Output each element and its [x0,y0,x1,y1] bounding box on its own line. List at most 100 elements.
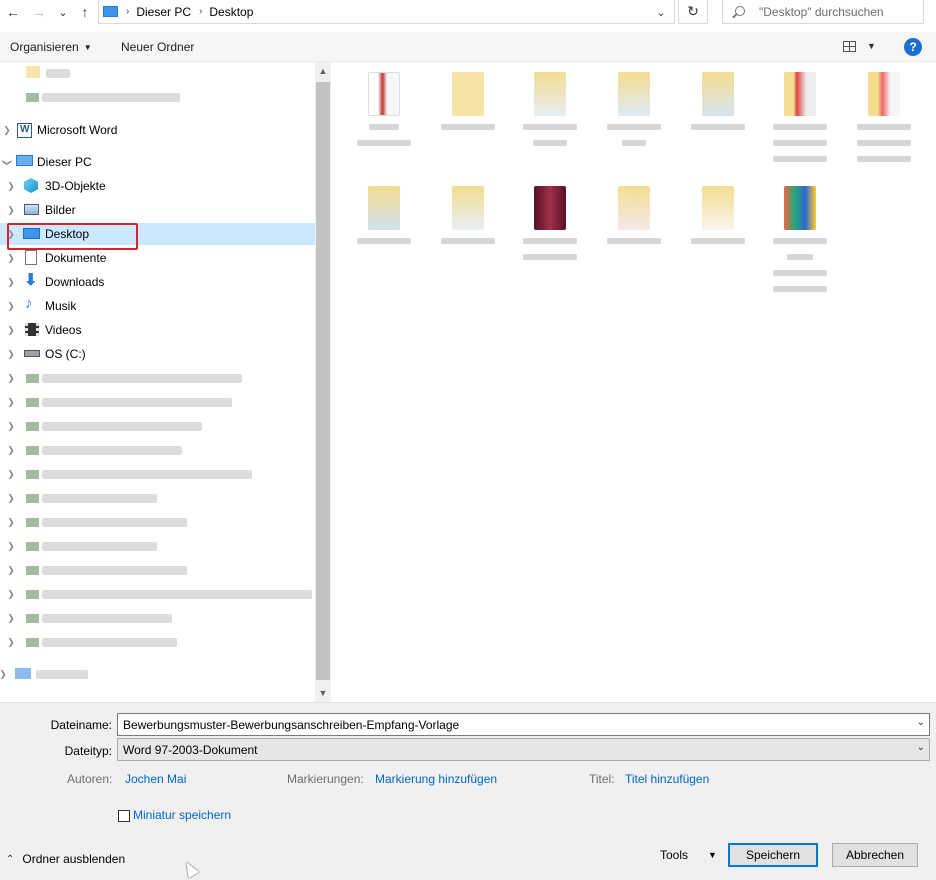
chevron-right-icon[interactable]: ❯ [6,565,16,576]
chevron-right-icon[interactable]: ❯ [6,253,16,264]
file-item[interactable] [765,62,835,182]
tree-item-music[interactable]: ❯ ♪ Musik [0,295,315,317]
redacted-label [42,470,252,479]
redacted-label [42,374,242,383]
chevron-right-icon[interactable]: ❯ [6,637,16,648]
tree-item-redacted[interactable]: ❯ [0,391,315,413]
tree-item-redacted[interactable] [0,62,315,84]
chevron-right-icon[interactable]: ❯ [6,181,16,192]
chevron-right-icon[interactable]: ❯ [6,493,16,504]
tree-item-documents[interactable]: ❯ Dokumente [0,247,315,269]
file-item[interactable] [433,176,503,296]
tree-item-microsoft-word[interactable]: ❯ W Microsoft Word [0,119,315,141]
tree-item-downloads[interactable]: ❯ ⬇ Downloads [0,271,315,293]
new-folder-button[interactable]: Neuer Ordner [121,40,194,54]
chevron-right-icon[interactable]: ❯ [6,421,16,432]
scroll-up-icon[interactable]: ▲ [315,62,331,80]
tree-item-pictures[interactable]: ❯ Bilder [0,199,315,221]
filename-input[interactable]: Bewerbungsmuster-Bewerbungsanschreiben-E… [117,713,930,736]
chevron-right-icon[interactable]: ❯ [6,373,16,384]
search-input[interactable]: "Desktop" durchsuchen [722,0,924,24]
chevron-right-icon[interactable]: ❯ [6,397,16,408]
authors-value[interactable]: Jochen Mai [125,772,186,786]
tree-item-redacted[interactable]: ❯ [0,487,315,509]
address-history-dropdown[interactable]: ⌄ [648,0,674,24]
file-item[interactable] [515,176,585,296]
tree-item-redacted[interactable]: ❯ [0,439,315,461]
file-item[interactable] [599,62,669,182]
refresh-button[interactable]: ↻ [678,0,708,24]
chevron-right-icon[interactable]: ❯ [6,517,16,528]
tree-item-redacted[interactable] [0,86,315,108]
tree-item-redacted[interactable]: ❯ [0,511,315,533]
chevron-right-icon[interactable]: ❯ [6,205,16,216]
tree-item-redacted[interactable]: ❯ [0,559,315,581]
tree-item-redacted[interactable]: ❯ [0,535,315,557]
chevron-right-icon[interactable]: ❯ [6,301,16,312]
scroll-down-icon[interactable]: ▼ [315,684,331,702]
chevron-right-icon[interactable]: ❯ [0,669,8,680]
chevron-right-icon[interactable]: ❯ [6,589,16,600]
tree-item-3d-objects[interactable]: ❯ 3D-Objekte [0,175,315,197]
scrollbar-thumb[interactable] [316,82,330,680]
tree-item-os-drive[interactable]: ❯ OS (C:) [0,343,315,365]
back-button[interactable]: ← [2,0,24,24]
chevron-right-icon[interactable]: ❯ [6,277,16,288]
file-item[interactable] [349,176,419,296]
chevron-right-icon[interactable]: ❯ [6,445,16,456]
forward-arrow-icon: → [32,4,46,20]
chevron-down-icon[interactable]: ❯ [2,157,13,167]
chevron-down-icon[interactable]: ⌄ [917,717,925,728]
tree-item-redacted[interactable]: ❯ [0,367,315,389]
forward-button[interactable]: → [28,0,50,24]
view-options-icon[interactable] [843,41,856,52]
organize-menu-button[interactable]: Organisieren ▼ [10,40,92,54]
file-item[interactable] [433,62,503,182]
caret-down-icon[interactable]: ▼ [867,41,876,51]
chevron-right-icon[interactable]: ❯ [6,349,16,360]
tags-input[interactable]: Markierung hinzufügen [375,772,497,786]
hide-folders-label: Ordner ausblenden [22,852,126,866]
address-box[interactable]: › Dieser PC › Desktop [98,0,675,24]
cancel-button[interactable]: Abbrechen [832,843,918,867]
filetype-select[interactable]: Word 97-2003-Dokument ⌄ [117,738,930,761]
tree-item-redacted[interactable]: ❯ [0,663,315,685]
chevron-down-icon[interactable]: ⌄ [917,742,925,753]
tree-item-redacted[interactable]: ❯ [0,631,315,653]
tree-item-redacted[interactable]: ❯ [0,583,315,605]
breadcrumb-this-pc[interactable]: Dieser PC [136,5,191,19]
chevron-right-icon[interactable]: ❯ [2,125,12,136]
file-item[interactable] [515,62,585,182]
tree-item-this-pc[interactable]: ❯ Dieser PC [0,151,315,173]
file-item[interactable] [849,62,919,182]
tree-scrollbar[interactable]: ▲ ▼ [315,62,331,702]
tree-item-redacted[interactable]: ❯ [0,415,315,437]
save-button[interactable]: Speichern [728,843,818,867]
tree-item-videos[interactable]: ❯ Videos [0,319,315,341]
chevron-right-icon[interactable]: ❯ [6,325,16,336]
up-button[interactable]: ↑ [74,0,96,24]
tools-menu-button[interactable]: Tools ▼ [660,848,717,862]
file-item[interactable] [683,62,753,182]
file-item[interactable] [349,62,419,182]
hide-folders-button[interactable]: ⌃ Ordner ausblenden [6,852,125,866]
chevron-right-icon[interactable]: ❯ [6,541,16,552]
save-thumbnail-checkbox[interactable] [118,810,130,822]
save-thumbnail-label[interactable]: Miniatur speichern [133,808,231,822]
file-item[interactable] [599,176,669,296]
file-list-pane[interactable] [331,62,936,702]
address-bar-row: ← → ⌄ ↑ › Dieser PC › Desktop ⌄ ↻ "Deskt… [0,0,936,24]
file-item[interactable] [765,176,835,296]
title-input[interactable]: Titel hinzufügen [625,772,709,786]
help-button[interactable]: ? [904,38,922,56]
file-item[interactable] [683,176,753,296]
navigation-pane[interactable]: ❯ W Microsoft Word ❯ Dieser PC ❯ 3D-Obje… [0,62,315,702]
chevron-right-icon[interactable]: ❯ [6,469,16,480]
folder-icon [618,186,650,230]
recent-locations-button[interactable]: ⌄ [53,0,73,24]
tree-item-redacted[interactable]: ❯ [0,607,315,629]
breadcrumb-desktop[interactable]: Desktop [209,5,253,19]
tree-item-redacted[interactable]: ❯ [0,463,315,485]
caret-down-icon: ▼ [708,850,717,860]
chevron-right-icon[interactable]: ❯ [6,613,16,624]
